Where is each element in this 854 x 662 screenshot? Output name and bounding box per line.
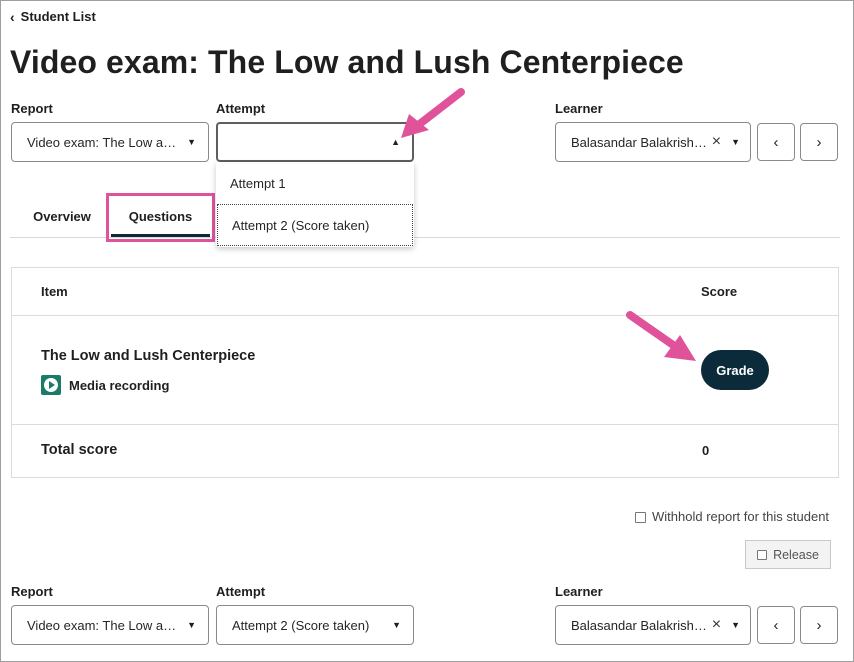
tab-highlight-box bbox=[106, 193, 215, 242]
pink-arrow-icon bbox=[401, 88, 465, 138]
attempt-select-bottom[interactable]: Attempt 2 (Score taken) ▼ bbox=[216, 605, 414, 645]
pink-arrow-icon bbox=[626, 311, 696, 361]
release-button[interactable]: Release bbox=[745, 540, 831, 569]
page-title: Video exam: The Low and Lush Centerpiece bbox=[10, 44, 684, 80]
attempt-label-bottom: Attempt bbox=[216, 584, 266, 599]
report-select-value: Video exam: The Low and Lush Centerpiece bbox=[27, 617, 179, 633]
report-label-bottom: Report bbox=[11, 584, 53, 599]
attempt-dropdown-menu: Attempt 1 Attempt 2 (Score taken) bbox=[216, 162, 414, 247]
next-learner-button[interactable]: › bbox=[800, 123, 838, 161]
attempt-select[interactable]: ▲ bbox=[216, 122, 414, 162]
column-header-score: Score bbox=[701, 284, 738, 299]
learner-label-bottom: Learner bbox=[555, 584, 603, 599]
chevron-left-icon: ‹ bbox=[773, 133, 779, 151]
caret-down-icon: ▼ bbox=[731, 137, 740, 147]
question-type-label: Media recording bbox=[69, 377, 170, 393]
chevron-left-icon: ‹ bbox=[10, 8, 15, 25]
withhold-checkbox[interactable] bbox=[635, 512, 646, 523]
question-type: Media recording bbox=[41, 375, 169, 395]
caret-down-icon: ▼ bbox=[187, 137, 196, 147]
back-link[interactable]: ‹ Student List bbox=[10, 9, 96, 24]
close-icon[interactable]: × bbox=[712, 616, 721, 634]
row-divider bbox=[11, 424, 839, 425]
caret-down-icon: ▼ bbox=[731, 620, 740, 630]
total-score-label: Total score bbox=[41, 442, 118, 458]
chevron-right-icon: › bbox=[816, 133, 822, 151]
column-header-item: Item bbox=[41, 284, 68, 299]
learner-label: Learner bbox=[555, 101, 603, 116]
question-title: The Low and Lush Centerpiece bbox=[41, 348, 256, 364]
report-label: Report bbox=[11, 101, 53, 116]
attempt-select-value: Attempt 2 (Score taken) bbox=[232, 617, 370, 633]
grade-button[interactable]: Grade bbox=[701, 350, 769, 390]
total-score-value: 0 bbox=[702, 443, 710, 458]
play-circle-icon bbox=[41, 375, 61, 395]
caret-down-icon: ▼ bbox=[187, 620, 196, 630]
attempt-option-2[interactable]: Attempt 2 (Score taken) bbox=[217, 204, 413, 246]
caret-down-icon: ▼ bbox=[392, 620, 401, 630]
learner-select-bottom[interactable]: Balasandar Balakrishnan × ▼ bbox=[555, 605, 751, 645]
tab-overview[interactable]: Overview bbox=[26, 196, 98, 236]
back-link-label: Student List bbox=[20, 9, 96, 24]
withhold-report: Withhold report for this student bbox=[635, 509, 829, 524]
previous-learner-button[interactable]: ‹ bbox=[757, 123, 795, 161]
learner-select-value: Balasandar Balakrishnan bbox=[571, 617, 708, 633]
chevron-right-icon: › bbox=[816, 616, 822, 634]
release-label: Release bbox=[773, 547, 819, 562]
close-icon[interactable]: × bbox=[712, 133, 721, 151]
learner-select-value: Balasandar Balakrishnan bbox=[571, 134, 708, 150]
report-select-value: Video exam: The Low and Lush Centerpiece bbox=[27, 134, 179, 150]
row-divider bbox=[11, 315, 839, 316]
chevron-left-icon: ‹ bbox=[773, 616, 779, 634]
previous-learner-button-bottom[interactable]: ‹ bbox=[757, 606, 795, 644]
report-select[interactable]: Video exam: The Low and Lush Centerpiece… bbox=[11, 122, 209, 162]
release-checkbox-icon bbox=[757, 549, 768, 560]
withhold-label: Withhold report for this student bbox=[652, 509, 830, 524]
attempt-label: Attempt bbox=[216, 101, 266, 116]
learner-select[interactable]: Balasandar Balakrishnan × ▼ bbox=[555, 122, 751, 162]
attempt-option-1[interactable]: Attempt 1 bbox=[216, 162, 414, 204]
report-select-bottom[interactable]: Video exam: The Low and Lush Centerpiece… bbox=[11, 605, 209, 645]
next-learner-button-bottom[interactable]: › bbox=[800, 606, 838, 644]
